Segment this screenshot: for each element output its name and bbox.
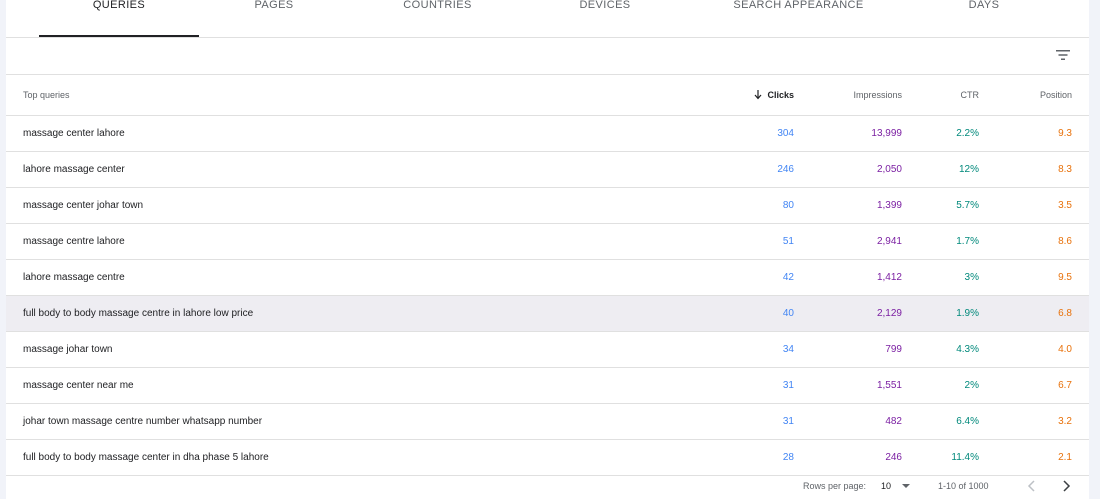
header-top-queries[interactable]: Top queries bbox=[23, 75, 70, 115]
table-row[interactable]: massage center johar town 80 1,399 5.7% 3.5 bbox=[6, 188, 1089, 224]
chevron-left-icon[interactable] bbox=[1027, 472, 1037, 499]
tab-countries[interactable]: COUNTRIES bbox=[349, 0, 526, 36]
impressions-cell: 2,050 bbox=[876, 164, 902, 175]
query-cell: massage center johar town bbox=[23, 200, 144, 211]
clicks-cell: 31 bbox=[782, 416, 794, 427]
table-toolbar bbox=[6, 38, 1089, 75]
position-cell: 2.1 bbox=[1058, 452, 1072, 463]
clicks-cell: 51 bbox=[782, 236, 794, 247]
chevron-right-icon[interactable] bbox=[1061, 472, 1071, 499]
ctr-cell: 5.7% bbox=[956, 200, 979, 211]
clicks-cell: 31 bbox=[782, 380, 794, 391]
rows-per-page-select[interactable]: 10 bbox=[881, 472, 911, 499]
tab-queries[interactable]: QUERIES bbox=[39, 0, 199, 37]
clicks-cell: 42 bbox=[782, 272, 794, 283]
tab-days[interactable]: DAYS bbox=[913, 0, 1055, 36]
query-cell: lahore massage center bbox=[23, 164, 125, 175]
table-row[interactable]: massage johar town 34 799 4.3% 4.0 bbox=[6, 332, 1089, 368]
position-cell: 3.5 bbox=[1058, 200, 1072, 211]
ctr-cell: 12% bbox=[958, 164, 979, 175]
query-cell: full body to body massage center in dha … bbox=[23, 452, 269, 463]
impressions-cell: 2,129 bbox=[876, 308, 902, 319]
clicks-cell: 304 bbox=[777, 128, 794, 139]
caret-down-icon bbox=[902, 483, 911, 488]
position-cell: 6.7 bbox=[1058, 380, 1072, 391]
position-cell: 6.8 bbox=[1058, 308, 1072, 319]
impressions-cell: 1,412 bbox=[876, 272, 902, 283]
position-cell: 9.3 bbox=[1058, 128, 1072, 139]
header-position[interactable]: Position bbox=[1040, 75, 1072, 115]
ctr-cell: 2.2% bbox=[956, 128, 979, 139]
tab-devices[interactable]: DEVICES bbox=[526, 0, 684, 36]
performance-report-card: QUERIES PAGES COUNTRIES DEVICES SEARCH A… bbox=[6, 0, 1089, 499]
rows-per-page-value: 10 bbox=[881, 480, 892, 491]
query-cell: full body to body massage centre in laho… bbox=[23, 308, 254, 319]
impressions-cell: 2,941 bbox=[876, 236, 902, 247]
impressions-cell: 1,551 bbox=[876, 380, 902, 391]
table-row[interactable]: massage center near me 31 1,551 2% 6.7 bbox=[6, 368, 1089, 404]
clicks-cell: 28 bbox=[782, 452, 794, 463]
impressions-cell: 799 bbox=[885, 344, 902, 355]
position-cell: 3.2 bbox=[1058, 416, 1072, 427]
query-cell: massage johar town bbox=[23, 344, 113, 355]
table-row[interactable]: lahore massage centre 42 1,412 3% 9.5 bbox=[6, 260, 1089, 296]
impressions-cell: 13,999 bbox=[871, 128, 902, 139]
impressions-cell: 482 bbox=[885, 416, 902, 427]
clicks-cell: 34 bbox=[782, 344, 794, 355]
rows-per-page-label: Rows per page: bbox=[803, 480, 867, 491]
header-ctr[interactable]: CTR bbox=[961, 75, 980, 115]
ctr-cell: 1.9% bbox=[956, 308, 979, 319]
table-row[interactable]: massage center lahore 304 13,999 2.2% 9.3 bbox=[6, 116, 1089, 152]
position-cell: 4.0 bbox=[1058, 344, 1072, 355]
tab-pages[interactable]: PAGES bbox=[199, 0, 349, 36]
table-header-row: Top queries Clicks Impressions CTR Posit… bbox=[6, 75, 1089, 116]
impressions-cell: 1,399 bbox=[876, 200, 902, 211]
tab-search-appearance[interactable]: SEARCH APPEARANCE bbox=[684, 0, 913, 36]
position-cell: 8.6 bbox=[1058, 236, 1072, 247]
pagination-footer: Rows per page: 10 1-10 of 1000 bbox=[6, 472, 1089, 499]
clicks-cell: 40 bbox=[782, 308, 794, 319]
ctr-cell: 1.7% bbox=[956, 236, 979, 247]
header-impressions[interactable]: Impressions bbox=[853, 75, 902, 115]
query-cell: massage centre lahore bbox=[23, 236, 125, 247]
header-clicks[interactable]: Clicks bbox=[754, 75, 794, 115]
dimension-tabs: QUERIES PAGES COUNTRIES DEVICES SEARCH A… bbox=[6, 0, 1089, 38]
ctr-cell: 11.4% bbox=[951, 452, 979, 463]
queries-table: Top queries Clicks Impressions CTR Posit… bbox=[6, 75, 1089, 476]
query-cell: lahore massage centre bbox=[23, 272, 125, 283]
ctr-cell: 2% bbox=[964, 380, 979, 391]
arrow-down-icon bbox=[755, 90, 762, 100]
table-row[interactable]: full body to body massage centre in laho… bbox=[6, 296, 1089, 332]
clicks-cell: 80 bbox=[782, 200, 794, 211]
position-cell: 8.3 bbox=[1058, 164, 1072, 175]
page-range-text: 1-10 of 1000 bbox=[938, 480, 989, 491]
filter-icon[interactable] bbox=[1055, 47, 1071, 63]
query-cell: massage center near me bbox=[23, 380, 134, 391]
query-cell: massage center lahore bbox=[23, 128, 125, 139]
clicks-cell: 246 bbox=[777, 164, 794, 175]
impressions-cell: 246 bbox=[885, 452, 902, 463]
table-row[interactable]: full body to body massage center in dha … bbox=[6, 440, 1089, 476]
table-row[interactable]: johar town massage centre number whatsap… bbox=[6, 404, 1089, 440]
position-cell: 9.5 bbox=[1058, 272, 1072, 283]
query-cell: johar town massage centre number whatsap… bbox=[23, 416, 263, 427]
ctr-cell: 3% bbox=[964, 272, 979, 283]
table-row[interactable]: lahore massage center 246 2,050 12% 8.3 bbox=[6, 152, 1089, 188]
header-clicks-label: Clicks bbox=[767, 90, 794, 100]
ctr-cell: 6.4% bbox=[956, 416, 979, 427]
ctr-cell: 4.3% bbox=[956, 344, 979, 355]
table-row[interactable]: massage centre lahore 51 2,941 1.7% 8.6 bbox=[6, 224, 1089, 260]
